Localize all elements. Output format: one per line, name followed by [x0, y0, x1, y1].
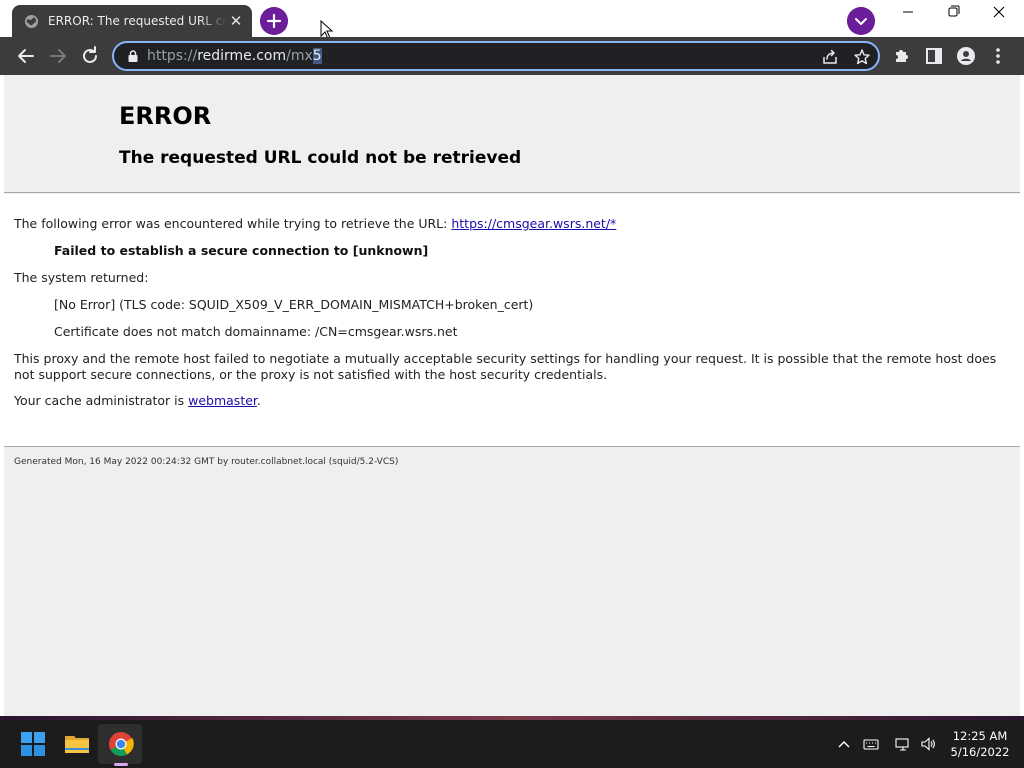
kebab-menu-icon[interactable]	[986, 44, 1010, 68]
intro-paragraph: The following error was encountered whil…	[14, 216, 616, 232]
network-icon[interactable]	[895, 736, 911, 752]
system-returned-label: The system returned:	[14, 270, 149, 285]
explanation-paragraph: This proxy and the remote host failed to…	[14, 351, 997, 382]
admin-suffix: .	[256, 393, 261, 408]
certificate-detail: Certificate does not match domainname: /…	[54, 324, 458, 339]
minimize-icon[interactable]	[885, 0, 931, 26]
browser-tab-active[interactable]: ERROR: The requested URL could not be re…	[12, 5, 252, 37]
back-arrow-icon[interactable]	[14, 44, 38, 68]
address-bar[interactable]: https://redirme.com/mx5	[112, 41, 880, 71]
globe-icon	[24, 14, 39, 29]
star-icon[interactable]	[853, 48, 871, 66]
profile-icon[interactable]	[954, 44, 978, 68]
plus-icon[interactable]	[260, 7, 288, 35]
system-clock[interactable]: 12:25 AM 5/16/2022	[948, 728, 1012, 760]
page-subtitle: The requested URL could not be retrieved	[119, 148, 522, 168]
forward-arrow-icon[interactable]	[46, 44, 70, 68]
windows-start-icon[interactable]	[20, 731, 46, 757]
intro-text: The following error was encountered whil…	[14, 216, 452, 231]
puzzle-icon[interactable]	[890, 44, 914, 68]
url-host: redirme.com	[197, 48, 287, 64]
clock-date: 5/16/2022	[950, 745, 1010, 759]
taskbar: 12:25 AM 5/16/2022	[0, 720, 1024, 768]
admin-paragraph: Your cache administrator is webmaster.	[14, 393, 261, 409]
chrome-icon[interactable]	[108, 731, 134, 757]
tab-title: ERROR: The requested URL could not be re…	[48, 14, 226, 28]
error-details: The following error was encountered whil…	[4, 194, 1020, 447]
clock-time: 12:25 AM	[952, 729, 1008, 743]
volume-icon[interactable]	[920, 736, 936, 752]
share-icon[interactable]	[821, 48, 839, 66]
keyboard-icon[interactable]	[863, 736, 879, 752]
webmaster-link[interactable]: webmaster	[188, 393, 257, 408]
failure-message: Failed to establish a secure connection …	[54, 243, 428, 259]
admin-prefix: Your cache administrator is	[14, 393, 189, 408]
reload-icon[interactable]	[78, 44, 102, 68]
lock-icon[interactable]	[126, 49, 140, 63]
close-icon[interactable]: ✕	[228, 13, 244, 29]
maximize-icon[interactable]	[930, 0, 976, 26]
url-path: /mx	[286, 48, 313, 64]
close-window-icon[interactable]	[976, 0, 1022, 26]
file-explorer-icon[interactable]	[64, 731, 90, 757]
page-title: ERROR	[119, 102, 212, 130]
system-error-code: [No Error] (TLS code: SQUID_X509_V_ERR_D…	[54, 297, 534, 312]
url-text[interactable]: https://redirme.com/mx5	[147, 47, 322, 65]
side-panel-icon[interactable]	[922, 44, 946, 68]
active-app-indicator	[114, 763, 128, 766]
url-scheme: https://	[147, 48, 198, 64]
requested-url-link[interactable]: https://cmsgear.wsrs.net/*	[451, 216, 616, 231]
url-selection: 5	[312, 48, 322, 64]
error-banner: ERROR The requested URL could not be ret…	[4, 75, 1020, 193]
failure-text: Failed to establish a secure connection …	[54, 243, 429, 258]
generated-footer: Generated Mon, 16 May 2022 00:24:32 GMT …	[14, 457, 399, 467]
tab-strip: ERROR: The requested URL could not be re…	[0, 0, 1024, 40]
chevron-down-icon[interactable]	[847, 7, 875, 35]
chevron-up-icon[interactable]	[836, 736, 852, 752]
page-viewport: ERROR The requested URL could not be ret…	[4, 75, 1020, 716]
browser-toolbar: https://redirme.com/mx5	[0, 37, 1024, 75]
